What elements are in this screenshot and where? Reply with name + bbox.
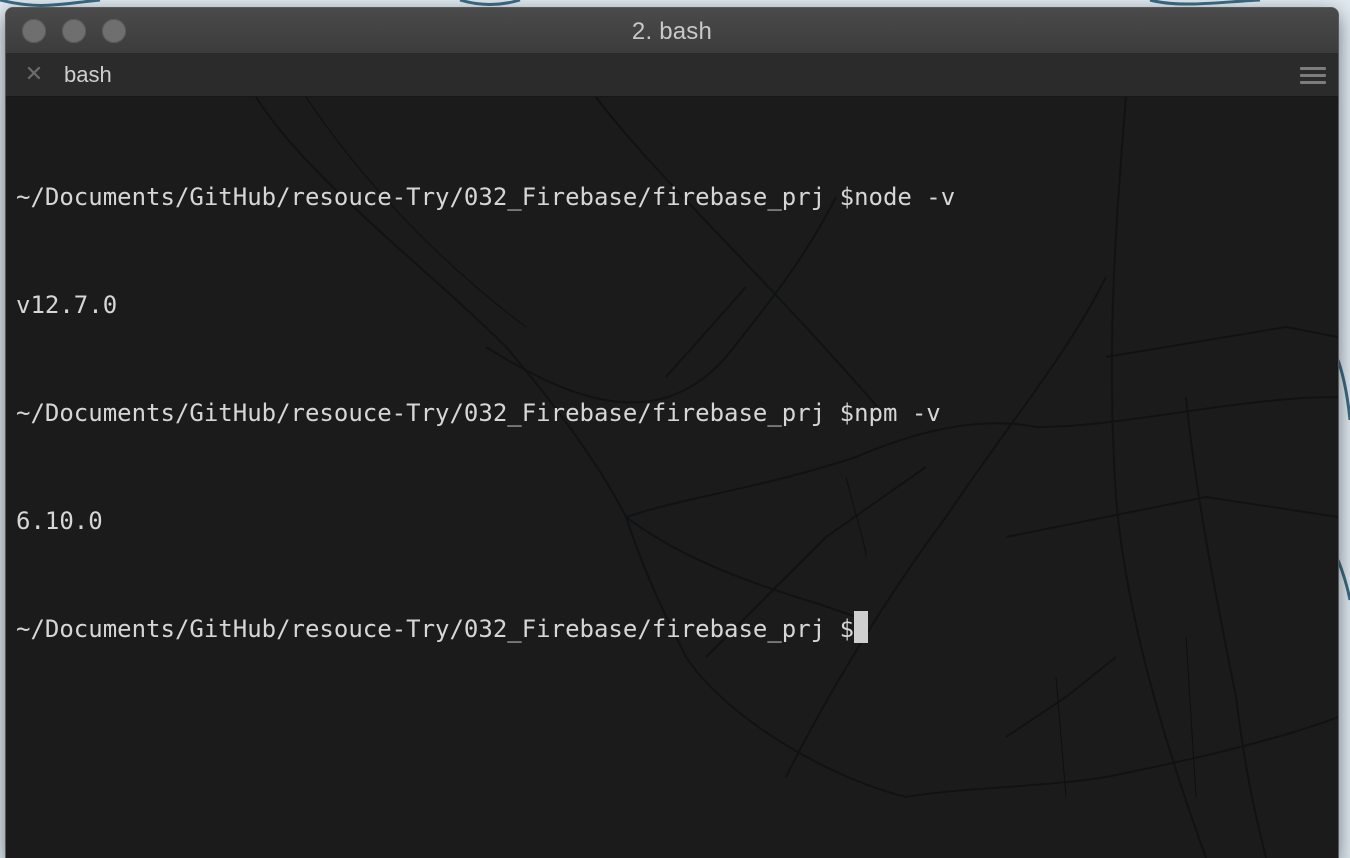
prompt-text: ~/Documents/GitHub/resouce-Try/032_Fireb… [16, 399, 855, 427]
prompt-text: ~/Documents/GitHub/resouce-Try/032_Fireb… [16, 615, 855, 643]
terminal-pane[interactable]: ~/Documents/GitHub/resouce-Try/032_Fireb… [6, 97, 1338, 858]
output-text: v12.7.0 [16, 291, 118, 319]
terminal-output: ~/Documents/GitHub/resouce-Try/032_Fireb… [16, 107, 955, 719]
close-icon[interactable]: ✕ [24, 63, 44, 85]
command-text: npm -v [854, 399, 941, 427]
tab-bash[interactable]: bash [64, 62, 112, 88]
tab-bar: ✕ bash [6, 54, 1338, 97]
terminal-line: v12.7.0 [16, 287, 955, 323]
terminal-line: 6.10.0 [16, 503, 955, 539]
text-cursor [854, 611, 869, 643]
prompt-text: ~/Documents/GitHub/resouce-Try/032_Fireb… [16, 183, 855, 211]
terminal-line: ~/Documents/GitHub/resouce-Try/032_Fireb… [16, 179, 955, 215]
window-title: 2. bash [631, 18, 713, 45]
output-text: 6.10.0 [16, 507, 103, 535]
terminal-line: ~/Documents/GitHub/resouce-Try/032_Fireb… [16, 611, 955, 647]
command-text: node -v [854, 183, 956, 211]
terminal-window: 2. bash ✕ bash ~/Documents/GitHub/resouc… [6, 8, 1338, 858]
hamburger-menu-icon[interactable] [1300, 67, 1326, 85]
title-bar[interactable]: 2. bash [6, 8, 1338, 54]
terminal-line: ~/Documents/GitHub/resouce-Try/032_Fireb… [16, 395, 955, 431]
